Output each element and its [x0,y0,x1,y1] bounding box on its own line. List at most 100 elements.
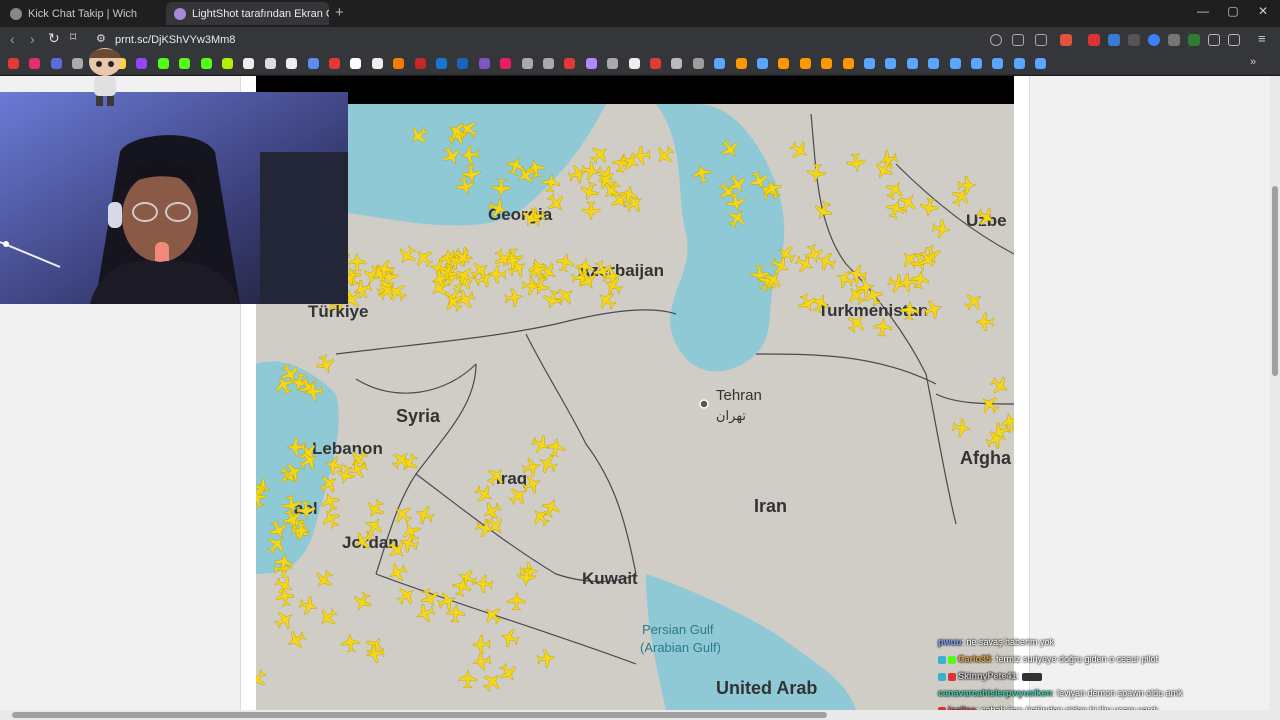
menu-icon[interactable]: ≡ [1258,31,1266,46]
bookmark-icon[interactable] [885,58,897,69]
bookmark-icon[interactable] [842,58,854,69]
label-afghanistan: Afgha [960,448,1012,468]
bookmark-icon[interactable] [222,58,233,69]
badge-icon [948,655,956,664]
back-icon[interactable]: ‹ [10,31,15,47]
bookmark-icon[interactable] [714,58,726,69]
bookmark-icon[interactable] [457,58,469,69]
share-icon[interactable] [1035,34,1047,46]
bookmark-icon[interactable] [757,58,768,69]
forward-icon[interactable]: › [30,31,35,47]
label-kuwait: Kuwait [582,569,638,588]
bookmark-icon[interactable] [799,58,811,69]
bookmark-icon[interactable] [329,58,340,69]
bookmark-icon[interactable] [671,58,683,69]
scrollbar-thumb[interactable] [1272,186,1278,376]
vertical-scrollbar[interactable] [1270,76,1280,710]
tab-lightshot[interactable]: LightShot tarafından Ekran Görü ✕ [166,2,329,25]
close-window-icon[interactable]: ✕ [1248,4,1278,18]
label-syria: Syria [396,406,441,426]
badge-icon [938,672,946,681]
bookmark-icon[interactable] [264,58,276,69]
bookmark-icon[interactable] [50,58,62,69]
bookmark-icon[interactable] [243,58,255,69]
label-tehran-local: تهران [716,408,746,424]
bookmark-icon[interactable] [949,58,961,69]
chat-message: pwuu: ne savaş haberim yok [938,637,1054,647]
new-tab-button[interactable]: + [335,4,344,21]
bookmark-icon[interactable] [307,58,319,69]
horizontal-scrollbar[interactable] [0,710,1280,720]
bookmark-icon[interactable] [371,58,383,69]
extension-icon[interactable] [1188,34,1200,46]
tehran-marker-icon [699,399,709,409]
bookmark-icon[interactable] [286,58,298,69]
bookmark-icon[interactable] [906,58,918,69]
brave-shield-icon[interactable] [1060,34,1072,46]
install-icon[interactable] [1012,34,1024,46]
sidebar-icon[interactable] [1228,34,1240,46]
bookmark-icon[interactable] [1035,58,1047,69]
tab-kick-chat[interactable]: Kick Chat Takip | Wich [2,2,162,25]
extensions-puzzle-icon[interactable] [1208,34,1220,46]
extension-icon[interactable] [1148,34,1160,46]
extension-icon[interactable] [1128,34,1140,46]
bookmark-icon[interactable]: ⌑ [70,30,76,44]
reload-icon[interactable]: ↻ [48,30,60,47]
chat-text: : [1016,671,1020,681]
zoom-icon[interactable] [990,34,1002,46]
extension-icon[interactable] [1088,34,1100,46]
bookmark-icon[interactable] [928,58,940,69]
bookmark-icon[interactable] [585,58,597,69]
bookmark-icon[interactable] [971,58,982,69]
label-tehran: Tehran [716,387,762,404]
chat-message: canavarcahislerpwyusiken: leviyan demon … [938,688,1183,698]
globe-icon [10,7,22,20]
bookmark-icon[interactable] [478,58,490,69]
webcam-image [0,92,348,304]
bookmark-icon[interactable] [821,58,833,69]
scrollbar-thumb[interactable] [12,712,827,718]
bookmarks-overflow-icon[interactable]: » [1250,56,1261,68]
bookmark-icon[interactable] [1013,58,1025,69]
bookmark-icon[interactable] [992,58,1004,69]
chat-username: Carlo35 [958,654,992,664]
chat-message: Carlo35: fermiz suriyeye doğru giden o c… [938,654,1158,664]
label-jordan: Jordan [342,533,399,552]
bookmark-icon[interactable] [864,58,875,69]
bookmark-icon[interactable] [8,58,19,69]
bookmark-icon[interactable] [29,58,41,69]
bookmark-icon[interactable] [414,58,426,69]
bookmark-icon[interactable] [564,58,576,69]
extension-icon[interactable] [1168,34,1180,46]
bookmark-icon[interactable] [350,58,362,69]
bookmark-icon[interactable] [778,58,790,69]
bookmark-icon[interactable] [179,58,191,69]
bookmark-icon[interactable] [735,58,747,69]
bookmark-icon[interactable] [157,58,169,69]
webcam-overlay [0,92,348,304]
minimize-icon[interactable]: — [1188,4,1218,18]
extension-icon[interactable] [1108,34,1120,46]
chat-text: : ne savaş haberim yok [961,637,1055,647]
bookmark-icon[interactable] [500,58,512,69]
bookmark-icon[interactable] [628,58,640,69]
bookmark-icon[interactable] [200,58,212,69]
bookmark-icon[interactable] [393,58,405,69]
chat-username: pwuu [938,637,962,647]
bookmark-icon[interactable] [436,58,447,69]
emote-icon [1021,672,1042,681]
label-turkiye: Türkiye [308,302,368,321]
bookmark-icon[interactable] [607,58,619,69]
feather-icon [174,7,186,20]
label-lebanon: Lebanon [312,439,383,458]
bookmark-icon[interactable] [650,58,661,69]
bookmark-icon[interactable] [543,58,554,69]
address-bar[interactable]: prnt.sc/DjKShVYw3Mm8 [115,34,235,46]
character-sticker [89,48,121,106]
bookmark-icon[interactable] [521,58,533,69]
bookmark-icon[interactable] [692,58,704,69]
browser-tab-bar: Kick Chat Takip | Wich LightShot tarafın… [0,0,1280,27]
maximize-icon[interactable]: ▢ [1218,4,1248,18]
bookmark-icon[interactable] [136,58,148,69]
